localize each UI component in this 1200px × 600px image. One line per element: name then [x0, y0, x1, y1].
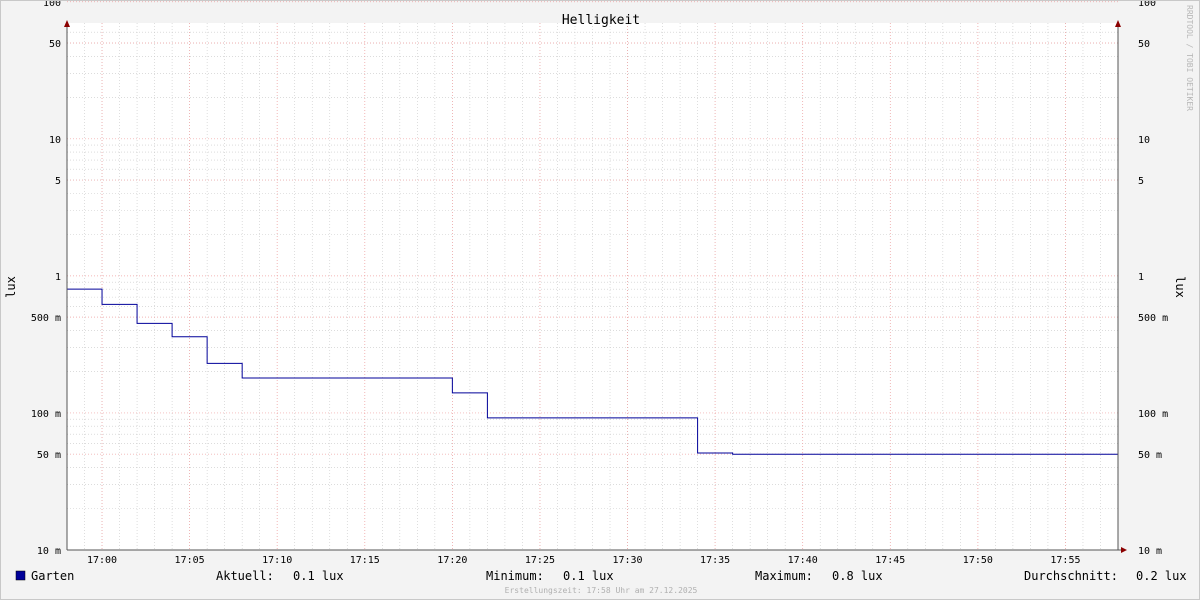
- x-tick-label: 17:25: [525, 555, 555, 566]
- y-tick-label-right: 10 m: [1138, 546, 1162, 557]
- grid: [66, 1, 1119, 551]
- x-tick-label: 17:50: [963, 555, 993, 566]
- y-axis-label-left: lux: [4, 276, 18, 298]
- y-tick-labels-right: 10 m50 m100 m500 m1510501005001 k5 k10 k…: [1138, 1, 1168, 557]
- y-tick-labels-left: 10 m50 m100 m500 m1510501005001 k5 k10 k…: [31, 1, 61, 557]
- legend-minimum-label: Minimum:: [486, 569, 544, 583]
- brightness-chart: 10 m50 m100 m500 m1510501005001 k5 k10 k…: [4, 1, 1194, 595]
- legend-aktuell-value: 0.1 lux: [293, 569, 344, 583]
- x-tick-labels: 17:00 17:05 17:10 17:15 17:20 17:25 17:30 17:35…: [87, 555, 1081, 566]
- x-tick-label: 17:05: [175, 555, 205, 566]
- x-tick-label: 17:35: [700, 555, 730, 566]
- x-tick-label: 17:30: [612, 555, 642, 566]
- legend-minimum-value: 0.1 lux: [563, 569, 614, 583]
- y-tick-label-right: 50: [1138, 39, 1150, 50]
- y-tick-label-left: 50: [49, 39, 61, 50]
- legend-maximum-label: Maximum:: [755, 569, 813, 583]
- legend-durchschnitt-value: 0.2 lux: [1136, 569, 1187, 583]
- legend-swatch-garten: [15, 570, 26, 581]
- x-tick-label: 17:15: [350, 555, 380, 566]
- y-tick-label-right: 500 m: [1138, 313, 1168, 324]
- y-tick-label-right: 5: [1138, 176, 1144, 187]
- chart-title: Helligkeit: [562, 13, 640, 28]
- x-tick-label: 17:45: [875, 555, 905, 566]
- legend-durchschnitt-label: Durchschnitt:: [1024, 569, 1118, 583]
- x-tick-label: 17:55: [1050, 555, 1080, 566]
- legend-aktuell-label: Aktuell:: [216, 569, 274, 583]
- x-tick-label: 17:10: [262, 555, 292, 566]
- y-tick-label-right: 100 m: [1138, 409, 1168, 420]
- creation-timestamp: Erstellungszeit: 17:58 Uhr am 27.12.2025: [505, 586, 698, 595]
- y-axis-label-right: lux: [1173, 276, 1187, 298]
- y-tick-label-left: 5: [55, 176, 61, 187]
- y-tick-label-left: 50 m: [37, 450, 61, 461]
- y-tick-label-left: 100: [43, 1, 61, 9]
- y-tick-label-left: 500 m: [31, 313, 61, 324]
- graph-frame: 10 m50 m100 m500 m1510501005001 k5 k10 k…: [0, 0, 1200, 600]
- x-axis-arrow: [1121, 547, 1127, 553]
- y-tick-label-left: 1: [55, 272, 61, 283]
- legend: Garten Aktuell: 0.1 lux Minimum: 0.1 lux…: [15, 569, 1187, 583]
- x-tick-label: 17:20: [437, 555, 467, 566]
- y-tick-label-right: 50 m: [1138, 450, 1162, 461]
- rrdtool-watermark: RRDTOOL / TOBI OETIKER: [1185, 5, 1194, 111]
- x-tick-label: 17:00: [87, 555, 117, 566]
- x-tick-label: 17:40: [788, 555, 818, 566]
- y-tick-label-left: 100 m: [31, 409, 61, 420]
- y-tick-label-right: 100: [1138, 1, 1156, 9]
- y-tick-label-left: 10 m: [37, 546, 61, 557]
- legend-series-name: Garten: [31, 569, 74, 583]
- y-tick-label-left: 10: [49, 135, 61, 146]
- legend-maximum-value: 0.8 lux: [832, 569, 883, 583]
- y-tick-label-right: 10: [1138, 135, 1150, 146]
- y-tick-label-right: 1: [1138, 272, 1144, 283]
